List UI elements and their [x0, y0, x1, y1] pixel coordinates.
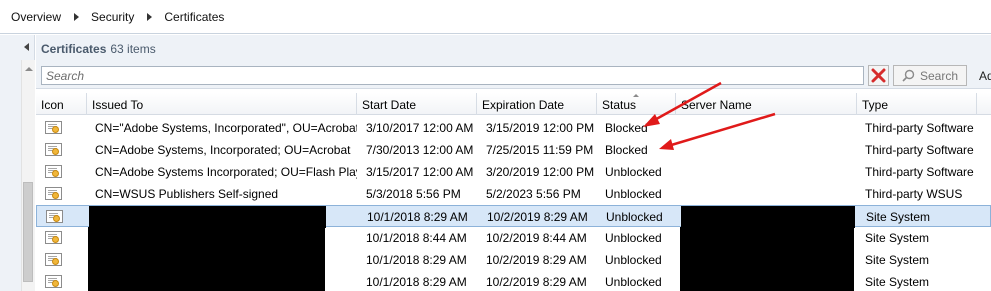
start-date-cell: 5/3/2018 5:56 PM	[366, 187, 461, 201]
chevron-right-icon	[147, 12, 153, 21]
search-button[interactable]: Search	[893, 65, 967, 86]
scrollbar-thumb[interactable]	[23, 182, 33, 282]
certificates-grid: Icon Issued To Start Date Expiration Dat…	[36, 88, 991, 291]
issued-to-cell: CN=Adobe Systems, Incorporated; OU=Acrob…	[95, 143, 351, 157]
status-cell: Unblocked	[605, 187, 662, 201]
add-criteria-link[interactable]: Ad	[979, 69, 991, 83]
start-date-cell: 10/1/2018 8:44 AM	[366, 231, 467, 245]
pane-title: Certificates	[41, 42, 107, 56]
clear-search-button[interactable]	[868, 65, 889, 86]
table-row[interactable]: 10/1/2018 8:29 AM 10/2/2019 8:29 AM Unbloc…	[36, 249, 991, 271]
table-row[interactable]: CN=WSUS Publishers Self-signed 5/3/2018 5…	[36, 183, 991, 205]
search-bar: Search Ad	[36, 63, 991, 88]
status-cell: Unblocked	[606, 210, 663, 224]
search-button-label: Search	[919, 68, 959, 83]
column-header-type[interactable]: Type	[857, 93, 977, 115]
search-icon	[902, 69, 915, 82]
sort-ascending-icon	[633, 94, 639, 97]
server-name-cell	[676, 139, 856, 161]
issued-to-cell: CN=Adobe Systems Incorporated; OU=Flash …	[95, 165, 357, 179]
breadcrumb-certificates[interactable]: Certificates	[164, 10, 224, 24]
redaction-block	[680, 249, 854, 271]
redaction-block	[88, 249, 325, 271]
breadcrumb-security[interactable]: Security	[91, 10, 134, 24]
certificate-icon	[43, 227, 63, 249]
collapse-pane-icon[interactable]	[24, 43, 29, 51]
server-name-cell	[676, 117, 856, 139]
type-cell: Site System	[866, 210, 931, 224]
table-row[interactable]: 10/1/2018 8:44 AM 10/2/2019 8:44 AM Unbloc…	[36, 227, 991, 249]
table-row[interactable]: 10/1/2018 8:29 AM 10/2/2019 8:29 AM Unbloc…	[36, 271, 991, 291]
expiration-date-cell: 10/2/2019 8:29 AM	[486, 253, 587, 267]
type-cell: Site System	[865, 231, 930, 245]
certificate-icon	[43, 183, 63, 205]
certificate-icon	[43, 249, 63, 271]
expiration-date-cell: 10/2/2019 8:44 AM	[486, 231, 587, 245]
search-input[interactable]	[41, 66, 864, 85]
column-header-start-date[interactable]: Start Date	[357, 93, 477, 115]
column-header-server-name[interactable]: Server Name	[676, 93, 857, 115]
expiration-date-cell: 10/2/2019 8:29 AM	[486, 275, 587, 289]
expiration-date-cell: 3/15/2019 12:00 PM	[486, 121, 595, 135]
expiration-date-cell: 10/2/2019 8:29 AM	[487, 210, 588, 224]
redaction-block	[89, 206, 326, 228]
issued-to-cell: CN=WSUS Publishers Self-signed	[95, 187, 279, 201]
type-cell: Site System	[865, 253, 930, 267]
start-date-cell: 10/1/2018 8:29 AM	[366, 253, 467, 267]
certificate-icon	[43, 117, 63, 139]
status-cell: Unblocked	[605, 275, 662, 289]
status-cell: Blocked	[605, 121, 648, 135]
column-header-expiration-date[interactable]: Expiration Date	[477, 93, 597, 115]
redaction-block	[88, 227, 325, 249]
status-cell: Unblocked	[605, 231, 662, 245]
type-cell: Third-party WSUS	[865, 187, 963, 201]
grid-header: Icon Issued To Start Date Expiration Dat…	[36, 93, 991, 115]
redaction-block	[681, 206, 855, 228]
expiration-date-cell: 3/20/2019 12:00 PM	[486, 165, 595, 179]
start-date-cell: 7/30/2013 12:00 AM	[366, 143, 474, 157]
breadcrumb-overview[interactable]: Overview	[11, 10, 61, 24]
certificate-icon	[44, 206, 64, 228]
expiration-date-cell: 7/25/2015 11:59 PM	[486, 143, 594, 157]
start-date-cell: 10/1/2018 8:29 AM	[367, 210, 468, 224]
redaction-block	[88, 271, 325, 291]
type-cell: Third-party Software	[865, 165, 974, 179]
table-row[interactable]: 10/1/2018 8:29 AM 10/2/2019 8:29 AM Unbloc…	[36, 205, 991, 228]
certificate-icon	[43, 139, 63, 161]
table-row[interactable]: CN="Adobe Systems, Incorporated", OU=Acr…	[36, 117, 991, 139]
type-cell: Third-party Software	[865, 121, 974, 135]
status-cell: Unblocked	[605, 165, 662, 179]
pane-header: Certificates 63 items	[36, 35, 991, 63]
start-date-cell: 3/10/2017 12:00 AM	[366, 121, 474, 135]
type-cell: Site System	[865, 275, 930, 289]
column-header-issued-to[interactable]: Issued To	[87, 93, 357, 115]
server-name-cell	[676, 161, 856, 183]
start-date-cell: 10/1/2018 8:29 AM	[366, 275, 467, 289]
table-row[interactable]: CN=Adobe Systems, Incorporated; OU=Acrob…	[36, 139, 991, 161]
certificate-icon	[43, 271, 63, 291]
issued-to-cell: CN="Adobe Systems, Incorporated", OU=Acr…	[95, 121, 357, 135]
certificate-icon	[43, 161, 63, 183]
breadcrumb: Overview Security Certificates	[0, 0, 991, 34]
grid-rows: CN="Adobe Systems, Incorporated", OU=Acr…	[36, 117, 991, 291]
chevron-right-icon	[74, 12, 80, 21]
expiration-date-cell: 5/2/2023 5:56 PM	[486, 187, 581, 201]
item-count: 63 items	[110, 42, 156, 56]
status-cell: Unblocked	[605, 253, 662, 267]
table-row[interactable]: CN=Adobe Systems Incorporated; OU=Flash …	[36, 161, 991, 183]
status-cell: Blocked	[605, 143, 648, 157]
scroll-up-icon[interactable]	[25, 67, 33, 71]
server-name-cell	[676, 183, 856, 205]
redaction-block	[680, 271, 854, 291]
redaction-block	[680, 227, 854, 249]
column-header-icon[interactable]: Icon	[36, 93, 87, 115]
clear-x-icon	[871, 68, 886, 83]
start-date-cell: 3/15/2017 12:00 AM	[366, 165, 474, 179]
type-cell: Third-party Software	[865, 143, 974, 157]
